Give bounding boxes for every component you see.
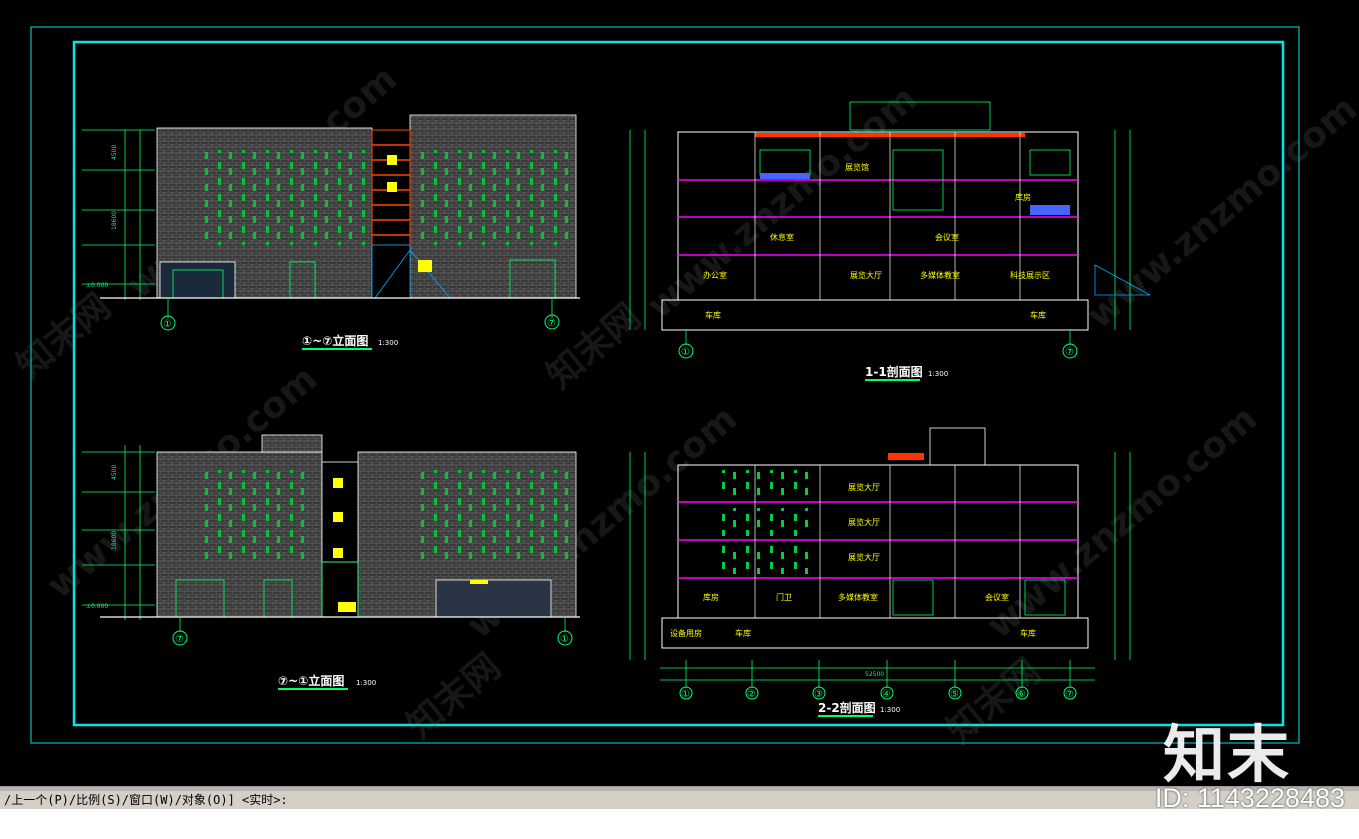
elevation-1-7[interactable]: 4500 18600 ±0.000 ① ⑦ ①~⑦立面图 1:300 [82,114,580,350]
view-title-elevation-1-7: ①~⑦立面图 [302,333,368,348]
svg-text:设备用房: 设备用房 [670,628,702,638]
svg-text:18600: 18600 [111,211,118,230]
view-title-section-2-2: 2-2剖面图 [818,700,876,715]
svg-text:库房: 库房 [1015,192,1031,202]
svg-text:科技展示区: 科技展示区 [1010,270,1050,280]
svg-text:www.znzmo.com: www.znzmo.com [639,78,924,327]
svg-text:库房: 库房 [703,592,719,602]
svg-text:1:300: 1:300 [378,339,398,347]
svg-text:车库: 车库 [735,628,751,638]
svg-text:4500: 4500 [111,465,118,480]
svg-text:①: ① [560,634,569,645]
svg-text:展览大厅: 展览大厅 [848,517,880,527]
svg-text:门卫: 门卫 [776,592,792,602]
svg-text:18600: 18600 [111,531,118,550]
svg-text:www.znzmo.com: www.znzmo.com [979,398,1264,647]
svg-text:知末网: 知末网 [939,651,1048,752]
svg-text:⑦: ⑦ [175,634,184,645]
svg-text:展览馆: 展览馆 [845,162,869,172]
svg-text:③: ③ [814,689,823,700]
svg-text:±0.000: ±0.000 [86,603,108,610]
drawing-canvas[interactable]: www.znzmo.com www.znzmo.com www.znzmo.co… [0,0,1359,790]
command-prompt: /上一个(P)/比例(S)/窗口(W)/对象(O)] <实时>: [4,793,288,807]
svg-text:休息室: 休息室 [770,232,794,242]
svg-text:①: ① [163,319,172,330]
svg-text:⑥: ⑥ [1017,689,1026,700]
svg-text:②: ② [747,689,756,700]
cad-drawing[interactable]: www.znzmo.com www.znzmo.com www.znzmo.co… [0,0,1359,790]
image-id-watermark: ID: 1143228483 [1154,783,1345,813]
svg-text:⑤: ⑤ [950,689,959,700]
svg-text:会议室: 会议室 [985,592,1009,602]
svg-text:多媒体教室: 多媒体教室 [920,270,960,280]
svg-text:展览大厅: 展览大厅 [850,270,882,280]
svg-text:⑦: ⑦ [547,318,556,329]
view-title-section-1-1: 1-1剖面图 [865,364,923,379]
svg-text:车库: 车库 [1020,628,1036,638]
svg-text:4500: 4500 [111,145,118,160]
svg-text:办公室: 办公室 [703,270,727,280]
svg-text:展览大厅: 展览大厅 [848,552,880,562]
svg-text:www.znzmo.com: www.znzmo.com [1079,88,1359,337]
svg-text:1:300: 1:300 [928,370,948,378]
svg-text:知末网: 知末网 [9,286,118,387]
svg-text:52500: 52500 [865,671,884,678]
svg-text:④: ④ [882,689,891,700]
svg-text:多媒体教室: 多媒体教室 [838,592,878,602]
svg-text:车库: 车库 [1030,310,1046,320]
svg-text:⑦: ⑦ [1065,347,1074,358]
svg-text:⑦: ⑦ [1065,689,1074,700]
svg-text:±0.000: ±0.000 [86,282,108,289]
svg-text:1:300: 1:300 [356,679,376,687]
elevation-7-1[interactable]: 4500 18600 ±0.000 ⑦ ① ⑦~①立面图 1:300 [82,434,580,690]
svg-text:知末网: 知末网 [539,296,648,397]
svg-text:知末网: 知末网 [399,646,508,747]
svg-text:1:300: 1:300 [880,706,900,714]
svg-text:车库: 车库 [705,310,721,320]
svg-text:①: ① [681,347,690,358]
view-title-elevation-7-1: ⑦~①立面图 [278,673,344,688]
svg-text:①: ① [681,689,690,700]
brand-watermark-logo: 知末 [1162,718,1291,791]
svg-text:会议室: 会议室 [935,232,959,242]
svg-text:展览大厅: 展览大厅 [848,482,880,492]
